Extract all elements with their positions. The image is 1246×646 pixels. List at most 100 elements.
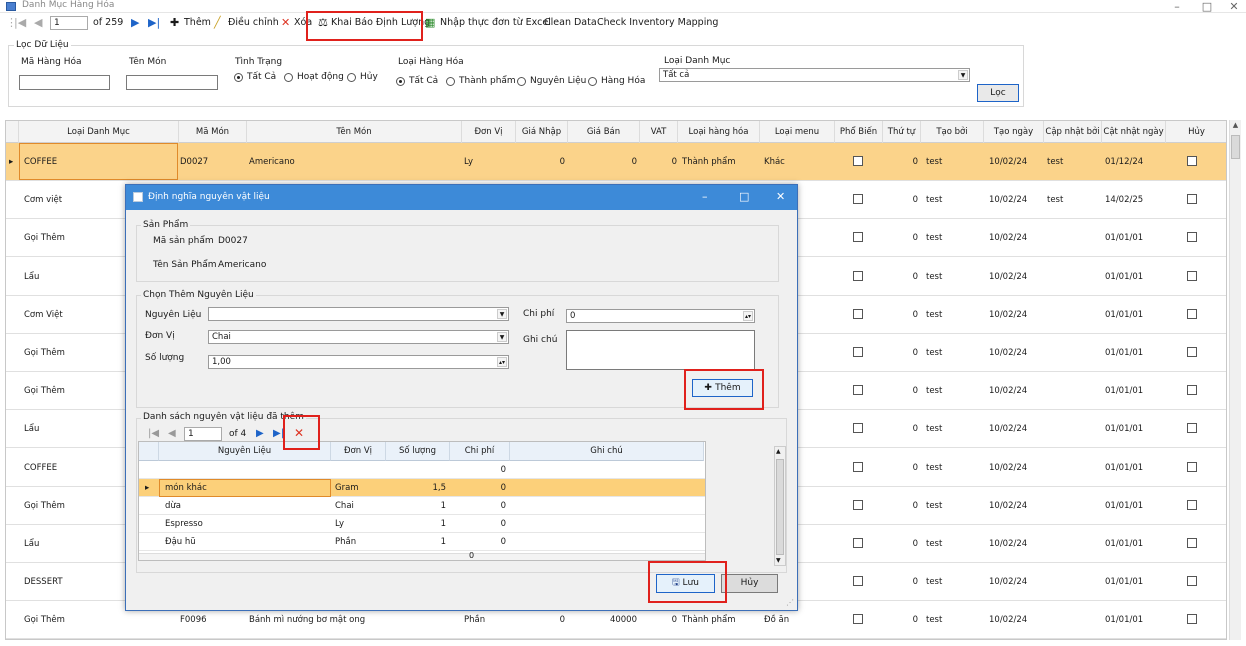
popular-checkbox[interactable] xyxy=(853,538,863,548)
status-cancel-radio[interactable] xyxy=(347,73,356,82)
status-active-radio[interactable] xyxy=(284,73,293,82)
sub-scroll-thumb[interactable] xyxy=(776,459,784,555)
ingredient-row[interactable]: dừa Chai 1 0 xyxy=(139,497,705,515)
col-cost[interactable]: Giá Nhập xyxy=(516,121,568,143)
maximize-button[interactable]: □ xyxy=(1192,0,1222,13)
popular-checkbox[interactable] xyxy=(853,461,863,472)
import-excel-button[interactable]: Nhập thực đơn từ Excel xyxy=(440,17,551,28)
dialog-maximize-button[interactable]: □ xyxy=(739,190,749,203)
spinner-icon[interactable]: ▴▾ xyxy=(743,311,753,321)
col-created-by[interactable]: Tạo bởi xyxy=(921,121,984,143)
prev-page-icon[interactable]: ◀ xyxy=(168,428,176,439)
status-all-radio[interactable] xyxy=(234,73,243,82)
popular-checkbox[interactable] xyxy=(853,347,863,357)
col-menu[interactable]: Loại menu xyxy=(760,121,835,143)
type-label: Loại Hàng Hóa xyxy=(398,57,464,67)
cancel-checkbox[interactable] xyxy=(1187,308,1197,319)
col-name[interactable]: Tên Món xyxy=(247,121,462,143)
col-order[interactable]: Thứ tự xyxy=(883,121,921,143)
clean-data-button[interactable]: Clean Data xyxy=(544,17,597,28)
popular-checkbox[interactable] xyxy=(853,499,863,510)
cancel-checkbox[interactable] xyxy=(1187,461,1197,472)
page-input[interactable]: 1 xyxy=(50,16,88,30)
col-updated-date[interactable]: Cật nhật ngày xyxy=(1102,121,1166,143)
prev-page-icon[interactable]: ◀ xyxy=(34,16,42,29)
check-inventory-button[interactable]: Check Inventory Mapping xyxy=(597,17,718,28)
sub-col-cost[interactable]: Chi phí xyxy=(450,442,510,461)
popular-checkbox[interactable] xyxy=(853,385,863,396)
add-button[interactable]: Thêm xyxy=(184,17,211,28)
col-updated-by[interactable]: Cập nhật bởi xyxy=(1044,121,1102,143)
sub-scrollbar[interactable]: ▲ ▼ xyxy=(774,446,786,566)
ingredient-row[interactable]: Espresso Ly 1 0 xyxy=(139,515,705,533)
type-goods-radio[interactable] xyxy=(588,77,597,86)
unit-select[interactable]: Chai ▼ xyxy=(208,330,509,344)
cancel-checkbox[interactable] xyxy=(1187,270,1197,281)
last-page-icon[interactable]: ▶| xyxy=(148,16,160,29)
first-page-icon[interactable]: |◀ xyxy=(148,428,159,439)
popular-checkbox[interactable] xyxy=(853,614,863,625)
next-page-icon[interactable]: ▶ xyxy=(131,16,139,29)
ingredient-row[interactable]: Đậu hũ Phần 1 0 xyxy=(139,533,705,551)
cancel-checkbox[interactable] xyxy=(1187,614,1197,625)
col-created-date[interactable]: Tạo ngày xyxy=(984,121,1044,143)
dialog-close-button[interactable]: ✕ xyxy=(776,190,785,203)
scroll-up-icon[interactable]: ▲ xyxy=(776,448,781,455)
cancel-checkbox[interactable] xyxy=(1187,232,1197,243)
popular-checkbox[interactable] xyxy=(853,270,863,281)
filter-button[interactable]: Lọc xyxy=(977,84,1019,102)
col-unit[interactable]: Đơn Vị xyxy=(462,121,516,143)
first-page-icon[interactable]: |◀ xyxy=(14,16,26,29)
type-all-radio[interactable] xyxy=(396,77,405,86)
popular-checkbox[interactable] xyxy=(853,232,863,243)
scroll-down-icon[interactable]: ▼ xyxy=(776,557,781,564)
list-page-input[interactable]: 1 xyxy=(184,427,222,441)
note-input[interactable] xyxy=(566,330,755,370)
category-select[interactable]: Tất cả ▼ xyxy=(659,68,970,82)
col-popular[interactable]: Phổ Biến xyxy=(835,121,883,143)
cancel-checkbox[interactable] xyxy=(1187,538,1197,548)
sub-col-qty[interactable]: Số lượng xyxy=(386,442,450,461)
cancel-checkbox[interactable] xyxy=(1187,347,1197,357)
popular-checkbox[interactable] xyxy=(853,308,863,319)
table-row[interactable]: ▸ COFFEE D0027 Americano Ly 0 0 0 Thành phẩm Khác… xyxy=(6,143,1226,181)
cancel-checkbox[interactable] xyxy=(1187,499,1197,510)
next-page-icon[interactable]: ▶ xyxy=(256,428,264,439)
popular-checkbox[interactable] xyxy=(853,156,863,166)
quantity-stepper[interactable]: 1,00 ▴▾ xyxy=(208,355,509,369)
cancel-checkbox[interactable] xyxy=(1187,194,1197,205)
type-ingredient-radio[interactable] xyxy=(517,77,526,86)
cancel-checkbox[interactable] xyxy=(1187,385,1197,396)
close-button[interactable]: ✕ xyxy=(1219,0,1246,13)
popular-checkbox[interactable] xyxy=(853,423,863,434)
col-category[interactable]: Loại Danh Mục xyxy=(19,121,179,143)
ingredient-select[interactable]: ▼ xyxy=(208,307,509,321)
col-code[interactable]: Mã Món xyxy=(179,121,247,143)
spinner-icon[interactable]: ▴▾ xyxy=(497,357,507,367)
sub-col-unit[interactable]: Đơn Vị xyxy=(331,442,386,461)
type-product-radio[interactable] xyxy=(446,77,455,86)
scroll-up-icon[interactable]: ▲ xyxy=(1231,121,1240,129)
grid-scrollbar[interactable]: ▲ xyxy=(1229,120,1241,640)
minimize-button[interactable]: – xyxy=(1162,0,1192,13)
cancel-checkbox[interactable] xyxy=(1187,423,1197,434)
name-input[interactable] xyxy=(126,75,218,90)
popular-checkbox[interactable] xyxy=(853,194,863,205)
scroll-thumb[interactable] xyxy=(1231,135,1240,159)
resize-grip-icon[interactable]: ⋰ xyxy=(786,598,794,607)
sub-col-note[interactable]: Ghi chú xyxy=(510,442,704,461)
ingredient-row[interactable]: ▸ món khác Gram 1,5 0 xyxy=(139,479,705,497)
cancel-checkbox[interactable] xyxy=(1187,156,1197,166)
dialog-minimize-button[interactable]: – xyxy=(702,190,708,203)
cell-update: 01/01/01 xyxy=(1105,577,1144,588)
col-cancel[interactable]: Hủy xyxy=(1166,121,1226,143)
cancel-button[interactable]: Hủy xyxy=(721,574,778,593)
code-input[interactable] xyxy=(19,75,110,90)
col-vat[interactable]: VAT xyxy=(640,121,678,143)
cost-stepper[interactable]: 0 ▴▾ xyxy=(566,309,755,323)
cancel-checkbox[interactable] xyxy=(1187,576,1197,587)
col-price[interactable]: Giá Bán xyxy=(568,121,640,143)
popular-checkbox[interactable] xyxy=(853,576,863,587)
edit-button[interactable]: Điều chỉnh xyxy=(228,17,279,28)
col-type[interactable]: Loại hàng hóa xyxy=(678,121,760,143)
